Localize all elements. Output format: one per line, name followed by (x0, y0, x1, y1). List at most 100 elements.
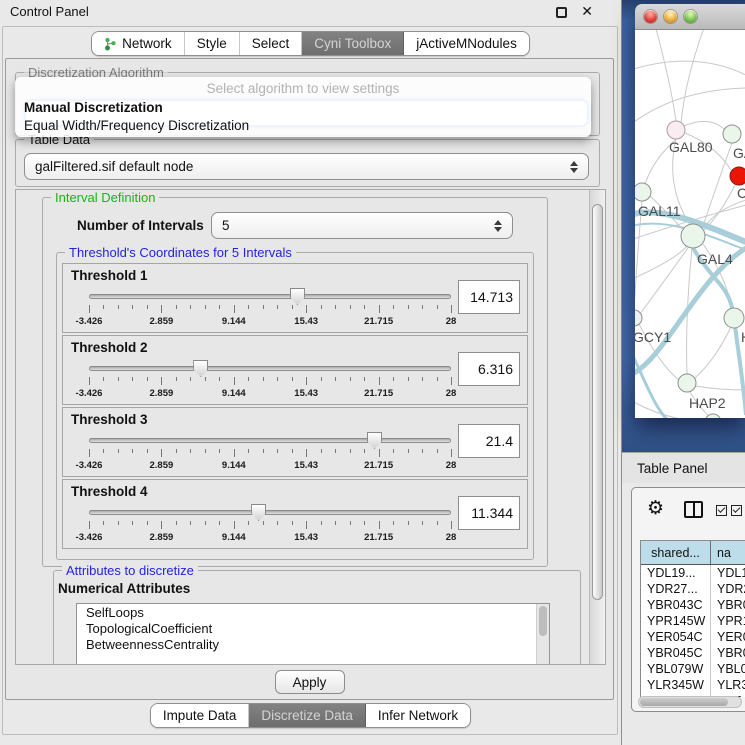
threshold-label: Threshold 1 (71, 268, 148, 283)
close-traffic-light[interactable] (644, 10, 657, 23)
cell-shared-name: YPR145W (641, 613, 711, 629)
slider-thumb[interactable] (290, 288, 305, 305)
slider-thumb[interactable] (367, 432, 382, 449)
node-label: GA (733, 145, 745, 161)
minimize-traffic-light[interactable] (664, 10, 677, 23)
tick-label: 21.715 (364, 388, 393, 399)
settings-scrollbar[interactable] (589, 190, 605, 664)
slider-thumb[interactable] (193, 360, 208, 377)
checkbox-icon[interactable] (731, 505, 742, 516)
slider-tick-labels: -3.4262.8599.14415.4321.71528 (89, 532, 451, 543)
table-horizontal-scrollbar[interactable] (638, 696, 742, 708)
threshold-panel: Threshold 3 -3.4262.8599.14415.4321.7152… (62, 407, 528, 477)
slider-thumb[interactable] (251, 504, 266, 521)
threshold-label: Threshold 4 (71, 484, 148, 499)
tab-style[interactable]: Style (185, 32, 240, 55)
network-node[interactable] (667, 121, 685, 139)
float-window-icon[interactable] (556, 7, 567, 18)
tick-label: -3.426 (76, 460, 103, 471)
tab-infer-network[interactable]: Infer Network (366, 704, 470, 727)
slider-track[interactable] (89, 366, 451, 371)
attribute-list-item[interactable]: BetweennessCentrality (77, 636, 549, 652)
network-node[interactable] (678, 374, 696, 392)
dropdown-item-manual-discretization[interactable]: Manual Discretization (15, 99, 591, 117)
slider-track[interactable] (89, 510, 451, 515)
threshold-value-field[interactable]: 21.4 (458, 424, 520, 458)
threshold-slider: -3.4262.8599.14415.4321.71528 (89, 366, 451, 400)
threshold-label: Threshold 2 (71, 340, 148, 355)
group-title: Attributes to discretize (62, 563, 198, 578)
table-row[interactable]: YDL19...YDL1 (641, 565, 745, 581)
node-label: H (741, 329, 745, 345)
dropdown-item-equal-width-frequency[interactable]: Equal Width/Frequency Discretization (15, 117, 591, 135)
tab-jactivemnodules[interactable]: jActiveMNodules (404, 32, 529, 55)
table-row[interactable]: YBR045CYBR0 (641, 645, 745, 661)
slider-tick-labels: -3.4262.8599.14415.4321.71528 (89, 460, 451, 471)
tab-cyni-toolbox[interactable]: Cyni Toolbox (302, 32, 404, 55)
table-row[interactable]: YPR145WYPR1 (641, 613, 745, 629)
settings-scrollbar-thumb[interactable] (592, 204, 603, 600)
combo-stepper-icon (494, 220, 502, 232)
table-row[interactable]: YBL079WYBL0 (641, 661, 745, 677)
tab-network[interactable]: Network (92, 32, 185, 55)
column-header-name[interactable]: na (711, 541, 745, 564)
interval-definition-group: Interval Definition Number of Intervals … (42, 197, 548, 567)
list-scrollbar-thumb[interactable] (539, 606, 547, 636)
list-scrollbar[interactable] (536, 604, 549, 665)
number-of-intervals-combobox[interactable]: 5 (211, 212, 513, 239)
table-hscrollbar-thumb[interactable] (640, 698, 728, 706)
close-icon[interactable]: ✕ (581, 3, 593, 20)
settings-scroll-pane: Interval Definition Number of Intervals … (15, 189, 606, 665)
threshold-value-field[interactable]: 6.316 (458, 352, 520, 386)
cell-shared-name: YDL19... (641, 565, 711, 581)
table-row[interactable]: YER054CYER0 (641, 629, 745, 645)
gear-icon[interactable]: ⚙ (647, 497, 664, 520)
network-node[interactable] (681, 224, 705, 248)
tick-label: 28 (446, 532, 457, 543)
network-node[interactable] (723, 125, 741, 143)
cell-name: YBL0 (711, 661, 745, 677)
tick-label: 9.144 (222, 388, 246, 399)
network-node[interactable] (635, 183, 651, 201)
table-body: YDL19...YDL1YDR27...YDR2YBR043CYBR0YPR14… (641, 565, 745, 697)
network-icon (104, 37, 117, 51)
slider-track[interactable] (89, 438, 451, 443)
tab-impute-data[interactable]: Impute Data (151, 704, 250, 727)
table-row[interactable]: YLR345WYLR3 (641, 677, 745, 693)
attribute-list-item[interactable]: SelfLoops (77, 604, 549, 620)
threshold-value-field[interactable]: 14.713 (458, 280, 520, 314)
dropdown-placeholder-item[interactable]: Select algorithm to view settings (15, 81, 591, 99)
tab-select[interactable]: Select (240, 32, 303, 55)
network-canvas[interactable]: GAL80GACGAL11GAL4GCY1HHAP2 (635, 30, 745, 418)
checkbox-icon[interactable] (716, 505, 727, 516)
tick-label: 2.859 (150, 460, 174, 471)
network-node[interactable] (730, 167, 745, 185)
table-row[interactable]: YBR043CYBR0 (641, 597, 745, 613)
tick-label: 21.715 (364, 316, 393, 327)
cell-name: YLR3 (711, 677, 745, 693)
tick-label: 9.144 (222, 460, 246, 471)
tab-discretize-data[interactable]: Discretize Data (249, 704, 366, 727)
tick-label: 9.144 (222, 532, 246, 543)
table-row[interactable]: YDR27...YDR2 (641, 581, 745, 597)
node-label: GAL11 (638, 203, 681, 219)
threshold-value-field[interactable]: 11.344 (458, 496, 520, 530)
cell-name: YER0 (711, 629, 745, 645)
slider-ticks (89, 449, 451, 458)
attribute-list-item[interactable]: TopologicalCoefficient (77, 620, 549, 636)
column-header-shared-name[interactable]: shared... (641, 541, 711, 564)
tick-label: 2.859 (150, 388, 174, 399)
threshold-label: Threshold 3 (71, 412, 148, 427)
tick-label: 21.715 (364, 532, 393, 543)
apply-button[interactable]: Apply (275, 670, 345, 694)
tick-label: 2.859 (150, 532, 174, 543)
cell-name: YBR0 (711, 645, 745, 661)
zoom-traffic-light[interactable] (684, 10, 697, 23)
slider-ticks (89, 377, 451, 386)
network-node[interactable] (724, 308, 744, 328)
table-data-combobox[interactable]: galFiltered.sif default node (24, 153, 589, 180)
node-label: GCY1 (635, 329, 671, 345)
group-title: Threshold's Coordinates for 5 Intervals (65, 245, 296, 260)
slider-track[interactable] (89, 294, 451, 299)
columns-icon[interactable] (684, 501, 703, 518)
